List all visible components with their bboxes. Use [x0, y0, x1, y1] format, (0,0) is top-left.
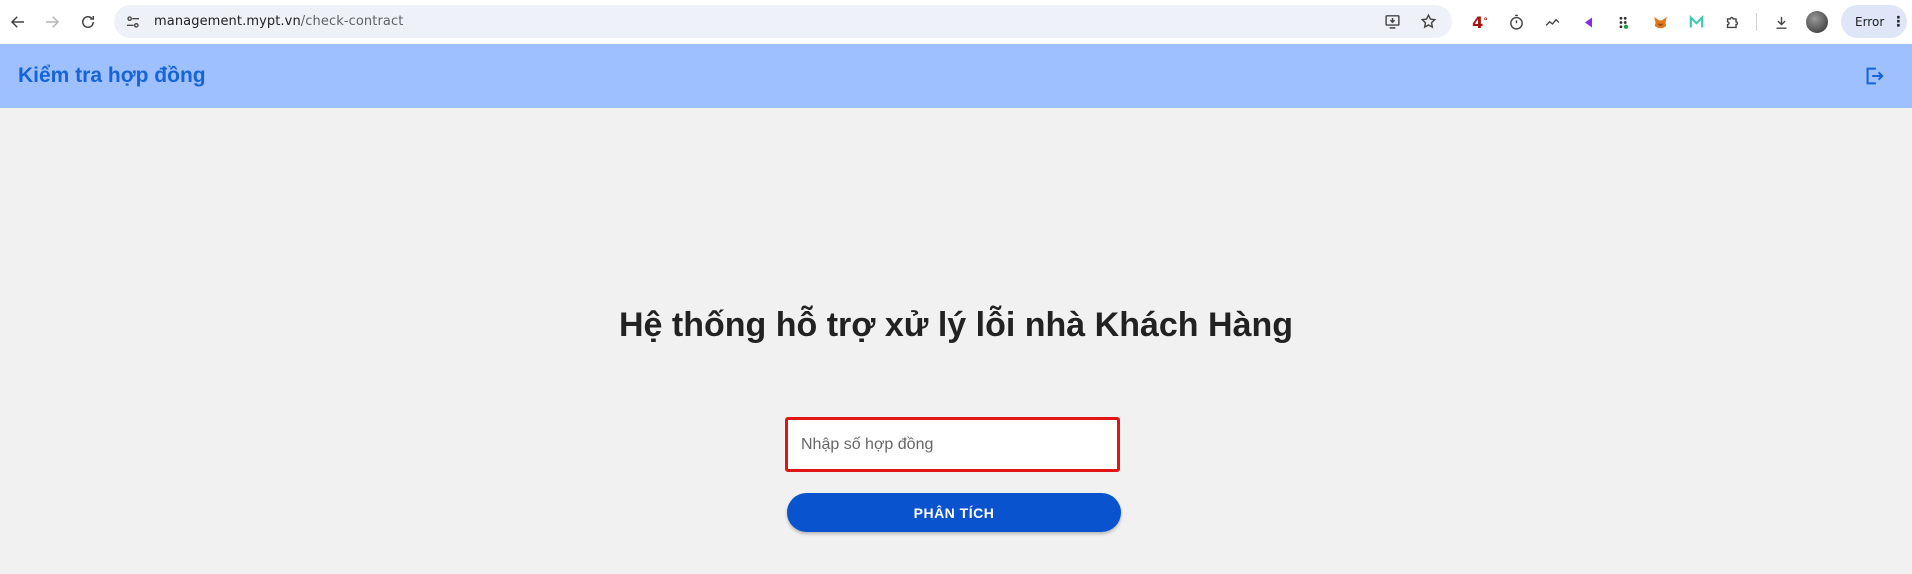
- trend-icon: [1545, 18, 1559, 26]
- weather-value: 4: [1472, 12, 1484, 32]
- reload-icon: [82, 16, 94, 28]
- site-info-button[interactable]: [116, 5, 150, 38]
- address-bar[interactable]: management.mypt.vn/check-contract: [114, 5, 1452, 38]
- metamask-extension[interactable]: [1642, 4, 1678, 40]
- star-icon: [1420, 13, 1436, 29]
- extensions-bar: 4 °: [1462, 4, 1835, 40]
- url-text[interactable]: management.mypt.vn/check-contract: [154, 14, 403, 29]
- install-app-icon: [1384, 15, 1400, 29]
- arrow-left-icon: [10, 16, 24, 28]
- logout-button[interactable]: [1862, 64, 1886, 88]
- reload-button[interactable]: [70, 4, 106, 40]
- profile-avatar-button[interactable]: [1799, 4, 1835, 40]
- analyze-button[interactable]: PHÂN TÍCH: [787, 493, 1121, 532]
- url-host: management.mypt.vn: [154, 14, 301, 29]
- downloads-button[interactable]: [1763, 4, 1799, 40]
- browser-toolbar: management.mypt.vn/check-contract 4 ° Er…: [0, 0, 1912, 44]
- weather-degree: °: [1483, 17, 1488, 27]
- contract-number-input[interactable]: [785, 417, 1120, 472]
- purple-play-icon: [1584, 17, 1592, 27]
- logout-icon: [1866, 67, 1884, 85]
- extensions-button[interactable]: [1714, 4, 1750, 40]
- dots-extension[interactable]: [1606, 4, 1642, 40]
- url-path: /check-contract: [300, 14, 404, 29]
- bookmark-button[interactable]: [1414, 8, 1442, 36]
- download-icon: [1776, 16, 1786, 29]
- analytics-extension[interactable]: [1534, 4, 1570, 40]
- dots-grid-icon: [1619, 16, 1628, 29]
- fox-icon: [1653, 16, 1667, 28]
- weather-extension[interactable]: 4 °: [1462, 4, 1498, 40]
- app-header: Kiểm tra hợp đồng: [0, 44, 1912, 108]
- timer-icon: [1509, 14, 1523, 30]
- back-button[interactable]: [0, 4, 36, 40]
- profile-status-text: Error: [1855, 14, 1885, 29]
- timer-extension[interactable]: [1498, 4, 1534, 40]
- main-heading: Hệ thống hỗ trợ xử lý lỗi nhà Khách Hàng: [618, 306, 1294, 344]
- avatar: [1806, 11, 1828, 33]
- kebab-menu-icon: ⋮: [1891, 13, 1906, 30]
- arrow-right-icon: [46, 16, 60, 28]
- forward-button[interactable]: [34, 4, 70, 40]
- purple-extension[interactable]: [1570, 4, 1606, 40]
- m-logo-icon: [1689, 14, 1703, 27]
- install-app-button[interactable]: [1378, 8, 1406, 36]
- m-extension[interactable]: [1678, 4, 1714, 40]
- profile-error-chip[interactable]: Error ⋮: [1841, 5, 1907, 38]
- page-title: Kiểm tra hợp đồng: [18, 64, 206, 87]
- puzzle-icon: [1726, 16, 1738, 28]
- tune-icon: [127, 15, 139, 28]
- toolbar-divider: [1756, 13, 1757, 31]
